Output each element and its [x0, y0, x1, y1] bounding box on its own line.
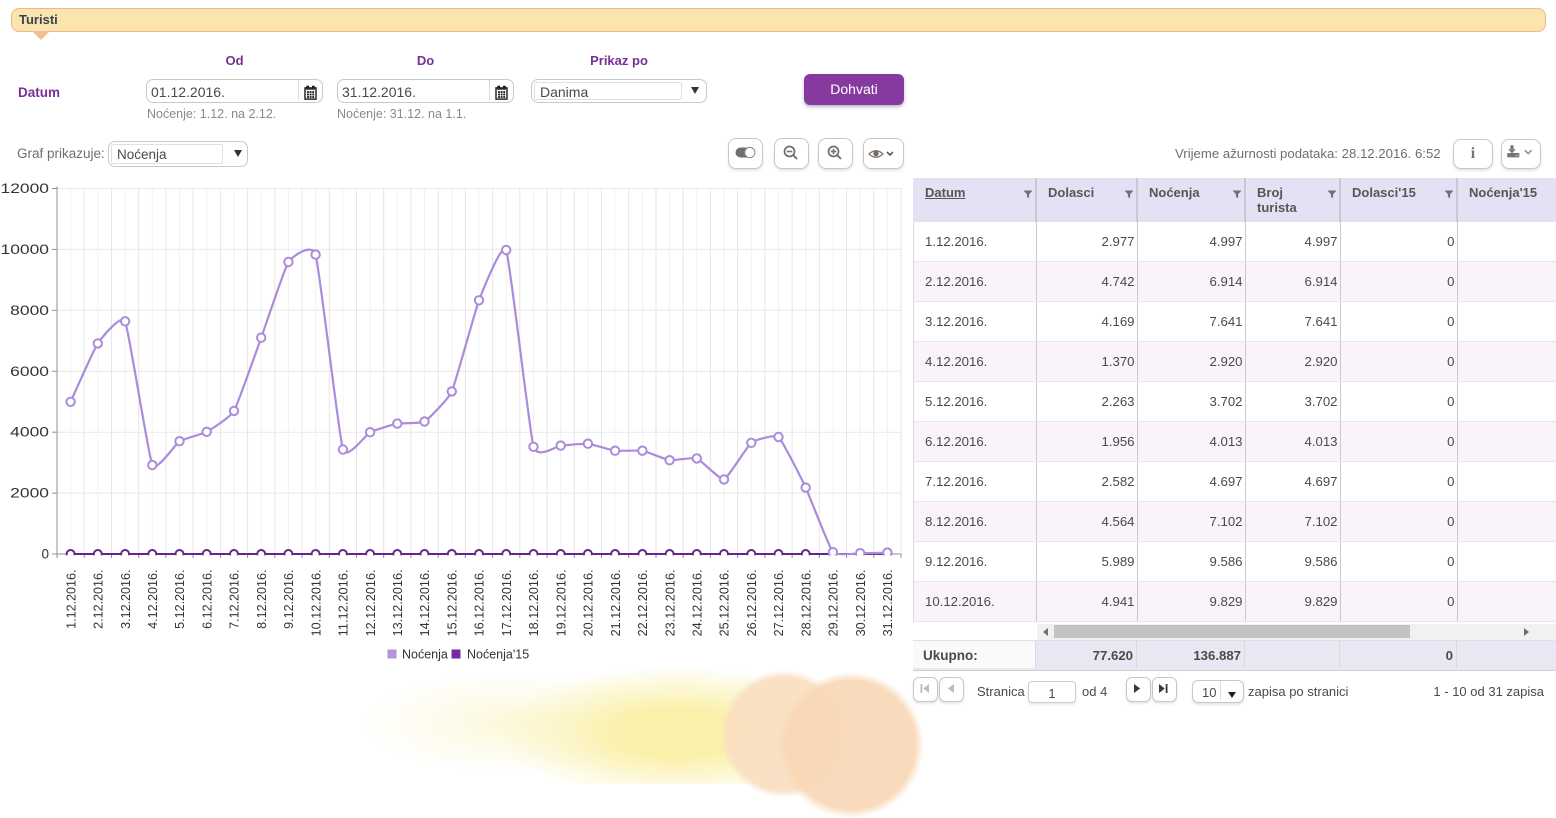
- svg-text:23.12.2016.: 23.12.2016.: [662, 570, 677, 637]
- svg-text:6000: 6000: [10, 364, 49, 379]
- svg-text:3.12.2016.: 3.12.2016.: [118, 570, 133, 629]
- svg-text:4.12.2016.: 4.12.2016.: [145, 570, 160, 629]
- svg-text:26.12.2016.: 26.12.2016.: [744, 570, 759, 637]
- svg-text:1.12.2016.: 1.12.2016.: [63, 570, 78, 629]
- svg-text:28.12.2016.: 28.12.2016.: [798, 570, 813, 637]
- svg-text:30.12.2016.: 30.12.2016.: [853, 570, 868, 637]
- svg-text:20.12.2016.: 20.12.2016.: [581, 570, 596, 637]
- svg-text:14.12.2016.: 14.12.2016.: [417, 570, 432, 637]
- svg-text:31.12.2016.: 31.12.2016.: [880, 570, 895, 637]
- svg-text:12.12.2016.: 12.12.2016.: [363, 570, 378, 637]
- svg-text:Noćenja: Noćenja: [402, 648, 448, 662]
- svg-text:6.12.2016.: 6.12.2016.: [199, 570, 214, 629]
- svg-text:15.12.2016.: 15.12.2016.: [445, 570, 460, 637]
- svg-text:0: 0: [41, 547, 49, 562]
- svg-text:12000: 12000: [1, 181, 50, 196]
- svg-text:21.12.2016.: 21.12.2016.: [608, 570, 623, 637]
- svg-text:2000: 2000: [10, 486, 49, 501]
- svg-text:25.12.2016.: 25.12.2016.: [717, 570, 732, 637]
- svg-text:5.12.2016.: 5.12.2016.: [172, 570, 187, 629]
- svg-text:2.12.2016.: 2.12.2016.: [91, 570, 106, 629]
- svg-text:8000: 8000: [10, 303, 49, 318]
- svg-text:4000: 4000: [10, 425, 49, 440]
- svg-text:11.12.2016.: 11.12.2016.: [336, 570, 351, 637]
- svg-text:19.12.2016.: 19.12.2016.: [553, 570, 568, 637]
- svg-text:29.12.2016.: 29.12.2016.: [826, 570, 841, 637]
- svg-text:10.12.2016.: 10.12.2016.: [308, 570, 323, 637]
- svg-text:8.12.2016.: 8.12.2016.: [254, 570, 269, 629]
- svg-text:10000: 10000: [1, 242, 50, 257]
- svg-text:13.12.2016.: 13.12.2016.: [390, 570, 405, 637]
- svg-text:27.12.2016.: 27.12.2016.: [771, 570, 786, 637]
- svg-text:17.12.2016.: 17.12.2016.: [499, 570, 514, 637]
- svg-text:24.12.2016.: 24.12.2016.: [690, 570, 705, 637]
- svg-text:9.12.2016.: 9.12.2016.: [281, 570, 296, 629]
- svg-text:22.12.2016.: 22.12.2016.: [635, 570, 650, 637]
- svg-text:16.12.2016.: 16.12.2016.: [472, 570, 487, 637]
- svg-text:18.12.2016.: 18.12.2016.: [526, 570, 541, 637]
- svg-text:Noćenja'15: Noćenja'15: [467, 648, 529, 662]
- svg-text:7.12.2016.: 7.12.2016.: [227, 570, 242, 629]
